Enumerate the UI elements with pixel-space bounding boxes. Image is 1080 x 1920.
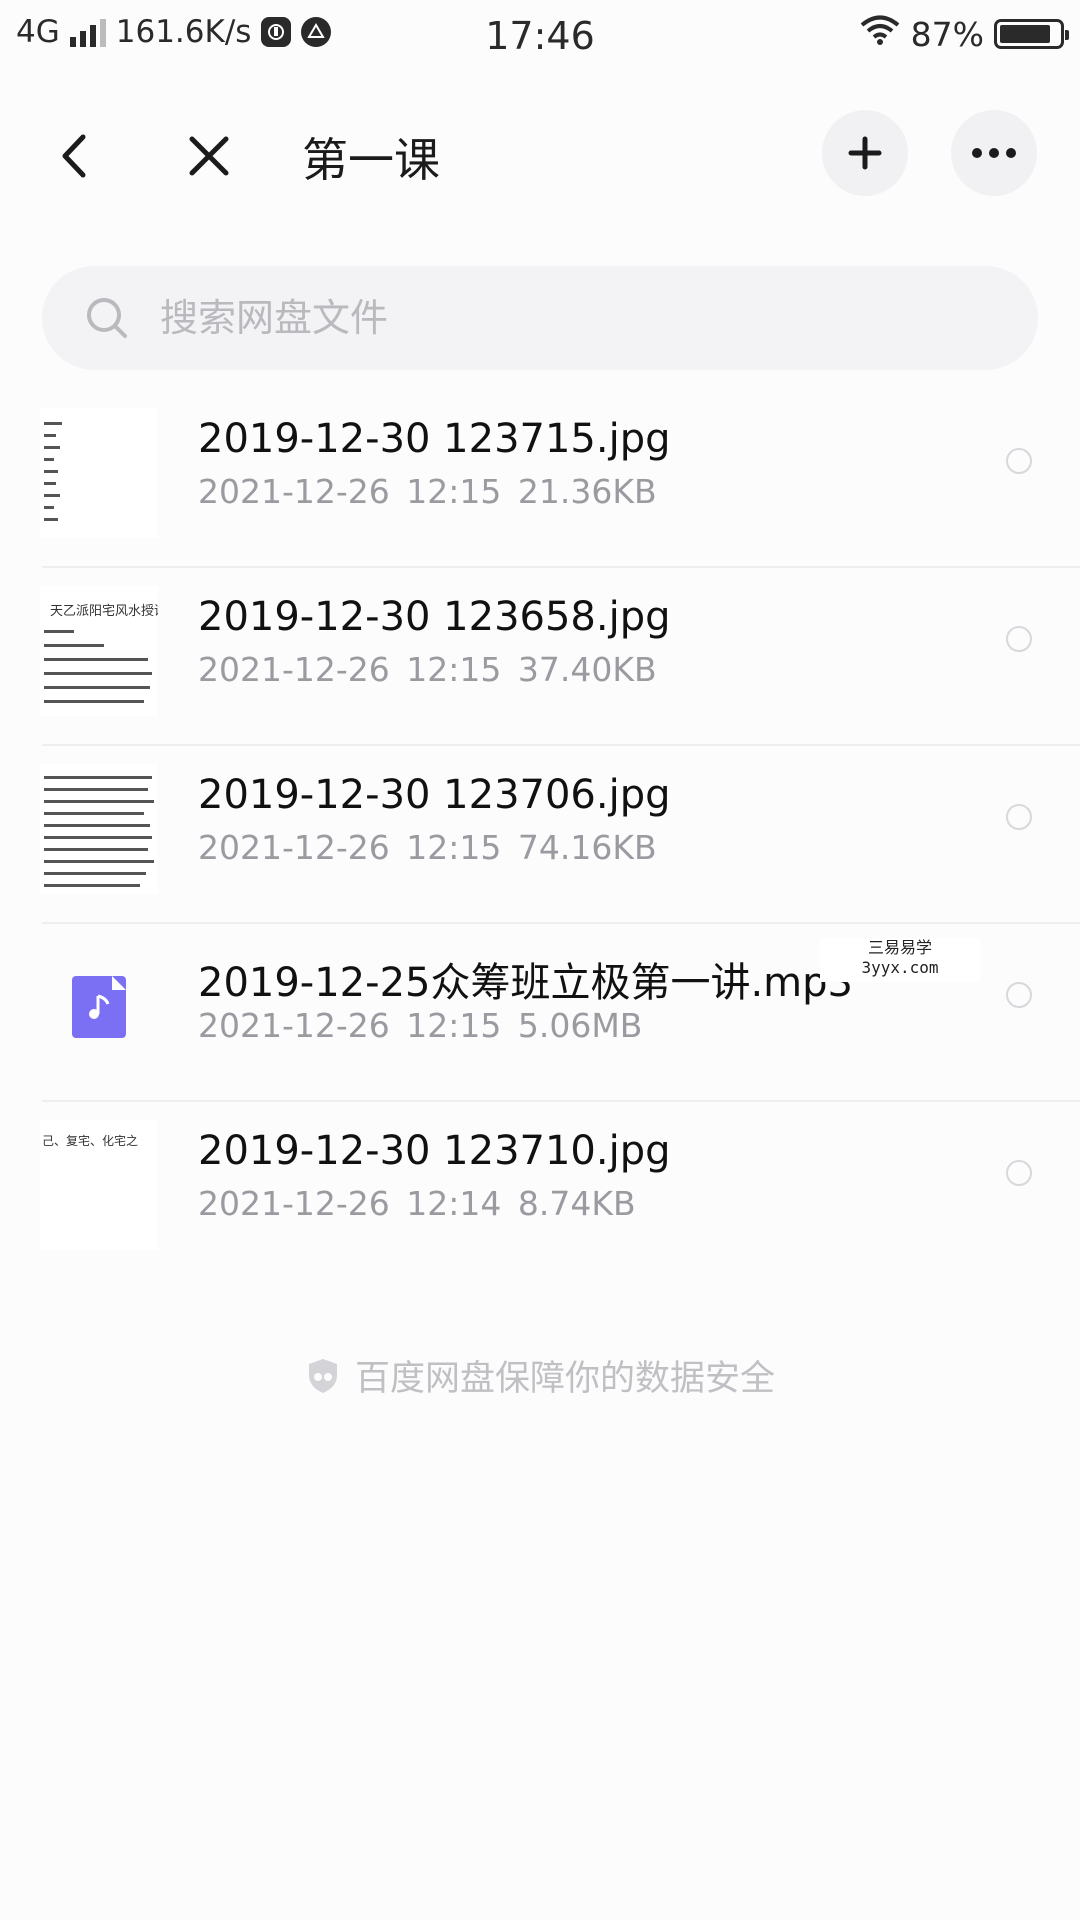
file-row[interactable]: 己、复宅、化宅之 2019-12-30 123710.jpg 2021-12-2… xyxy=(0,1100,1080,1278)
watermark-line1: 三易易学 xyxy=(867,938,932,957)
search-input[interactable] xyxy=(158,295,962,341)
close-icon xyxy=(189,136,229,176)
file-name: 2019-12-30 123706.jpg xyxy=(198,772,671,818)
file-list: 2019-12-30 123715.jpg 2021-12-26 12:15 2… xyxy=(0,388,1080,1278)
footer-text: 百度网盘保障你的数据安全 xyxy=(354,1359,775,1399)
file-meta: 2021-12-26 12:15 5.06MB xyxy=(198,1006,643,1045)
file-name: 2019-12-30 123658.jpg xyxy=(198,594,671,640)
status-right: 87% xyxy=(859,14,1069,54)
chevron-left-icon xyxy=(62,134,86,178)
music-file-icon xyxy=(72,976,126,1038)
file-meta: 2021-12-26 12:15 21.36KB xyxy=(198,472,657,511)
navigation-bar: 第一课 xyxy=(0,100,1080,212)
close-button[interactable] xyxy=(176,120,242,192)
file-row[interactable]: 2019-12-30 123715.jpg 2021-12-26 12:15 2… xyxy=(0,388,1080,566)
select-radio[interactable] xyxy=(1006,448,1032,474)
image-thumbnail[interactable] xyxy=(40,764,158,894)
thumbnail-heading: 己、复宅、化宅之 xyxy=(42,1134,139,1148)
add-button[interactable] xyxy=(822,110,908,196)
thumbnail-heading: 天乙派阳宅风水授课讲义 xyxy=(50,604,158,619)
page-title: 第一课 xyxy=(302,133,440,187)
status-bar: 4G 161.6K/s 17:46 87% xyxy=(0,0,1080,76)
file-name: 2019-12-30 123715.jpg xyxy=(198,416,671,462)
more-horizontal-icon xyxy=(972,148,1016,158)
search-icon xyxy=(84,295,130,341)
battery-icon xyxy=(994,19,1069,49)
wifi-icon xyxy=(859,14,901,54)
audio-thumbnail[interactable] xyxy=(40,942,158,1072)
select-radio[interactable] xyxy=(1006,804,1032,830)
image-thumbnail[interactable]: 天乙派阳宅风水授课讲义 xyxy=(40,586,158,716)
image-thumbnail[interactable] xyxy=(40,408,158,538)
file-meta: 2021-12-26 12:15 37.40KB xyxy=(198,650,657,689)
watermark: 三易易学 3yyx.com xyxy=(820,938,980,982)
battery-percent: 87% xyxy=(910,14,984,54)
select-radio[interactable] xyxy=(1006,1160,1032,1186)
image-thumbnail[interactable]: 己、复宅、化宅之 xyxy=(40,1120,158,1250)
file-meta: 2021-12-26 12:14 8.74KB xyxy=(198,1184,636,1223)
back-button[interactable] xyxy=(44,120,104,192)
file-name: 2019-12-30 123710.jpg xyxy=(198,1128,671,1174)
select-radio[interactable] xyxy=(1006,626,1032,652)
more-button[interactable] xyxy=(951,110,1037,196)
file-row[interactable]: 2019-12-30 123706.jpg 2021-12-26 12:15 7… xyxy=(0,744,1080,922)
security-footer: 百度网盘保障你的数据安全 xyxy=(0,1350,1080,1401)
file-name: 2019-12-25众筹班立极第一讲.mp3 xyxy=(198,960,853,1006)
shield-icon xyxy=(305,1356,341,1396)
select-radio[interactable] xyxy=(1006,982,1032,1008)
file-row[interactable]: 天乙派阳宅风水授课讲义 2019-12-30 123658.jpg 2021-1… xyxy=(0,566,1080,744)
plus-icon xyxy=(848,136,882,170)
search-bar[interactable] xyxy=(42,266,1038,370)
file-meta: 2021-12-26 12:15 74.16KB xyxy=(198,828,657,867)
watermark-line2: 3yyx.com xyxy=(861,958,939,977)
